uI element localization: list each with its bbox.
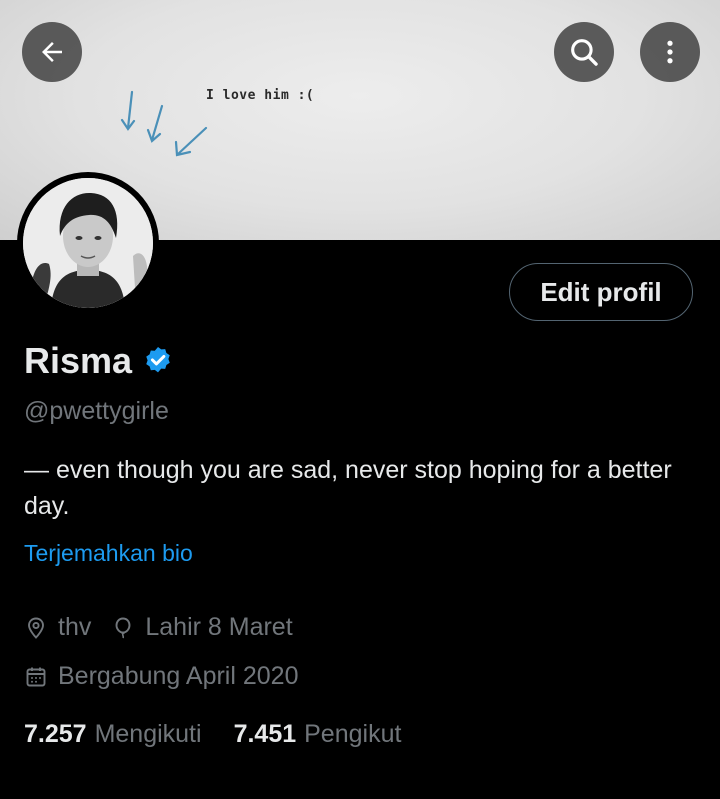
avatar[interactable]	[17, 172, 159, 314]
location-item: thv	[24, 613, 91, 642]
verified-badge-icon[interactable]	[142, 345, 174, 377]
back-button[interactable]	[22, 22, 82, 82]
followers-count: 7.451	[233, 720, 297, 748]
more-options-button[interactable]	[640, 22, 700, 82]
avatar-image	[23, 178, 153, 308]
following-label: Mengikuti	[94, 720, 202, 748]
display-name-row: Risma	[24, 340, 174, 382]
following-count: 7.257	[24, 720, 87, 748]
search-button[interactable]	[554, 22, 614, 82]
location-pin-icon	[28, 617, 44, 639]
joined-text: Bergabung April 2020	[58, 662, 299, 690]
followers-link[interactable]: 7.451 Pengikut	[234, 720, 402, 749]
search-icon	[571, 39, 598, 66]
edit-profile-button[interactable]: Edit profil	[509, 263, 693, 321]
birthday-text: Lahir 8 Maret	[145, 613, 293, 641]
hand-drawn-arrows-icon	[120, 90, 208, 157]
banner-text: I love him :(	[206, 88, 315, 103]
followers-label: Pengikut	[304, 720, 402, 748]
balloon-icon	[115, 617, 131, 638]
username-handle: @pwettygirle	[24, 397, 169, 425]
profile-meta-row: thv Lahir 8 Maret	[24, 613, 313, 642]
display-name: Risma	[24, 340, 133, 381]
follow-stats: 7.257 Mengikuti 7.451 Pengikut	[24, 720, 433, 749]
translate-bio-link[interactable]: Terjemahkan bio	[24, 540, 193, 567]
following-link[interactable]: 7.257 Mengikuti	[24, 720, 202, 749]
joined-item: Bergabung April 2020	[24, 662, 298, 691]
joined-row: Bergabung April 2020	[24, 662, 318, 691]
profile-bio: — even though you are sad, never stop ho…	[24, 456, 672, 520]
more-vertical-icon	[667, 40, 673, 64]
arrow-left-icon	[42, 42, 62, 62]
calendar-icon	[26, 667, 46, 686]
location-text: thv	[58, 613, 92, 641]
birthday-item: Lahir 8 Maret	[111, 613, 293, 642]
